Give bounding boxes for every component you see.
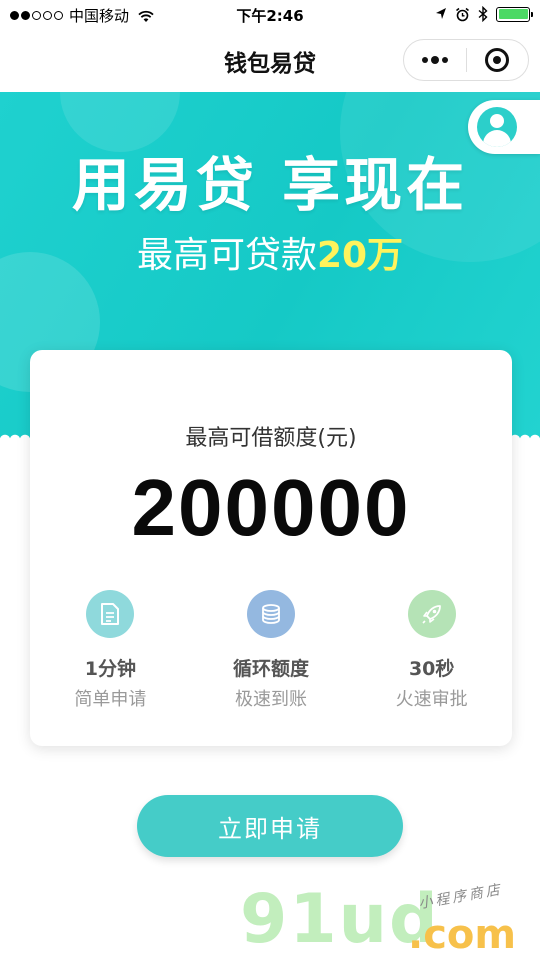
feature-title: 1分钟 bbox=[84, 658, 136, 680]
close-target-icon bbox=[485, 48, 510, 72]
banner-subtitle-highlight: 20万 bbox=[316, 235, 404, 276]
battery-icon bbox=[496, 6, 533, 22]
banner-subtitle-text: 最高可贷款 bbox=[136, 235, 317, 276]
limit-label: 最高可借额度(元) bbox=[185, 426, 357, 451]
more-icon bbox=[421, 56, 448, 64]
coins-icon bbox=[247, 590, 295, 638]
feature-subtitle: 极速到账 bbox=[235, 689, 307, 710]
menu-capsule bbox=[403, 39, 529, 81]
feature-subtitle: 火速审批 bbox=[395, 689, 468, 710]
feature-item: 30秒 火速审批 bbox=[351, 590, 512, 711]
alarm-icon bbox=[456, 7, 469, 21]
status-bar: 中国移动 下午2:46 bbox=[0, 0, 540, 30]
status-right bbox=[435, 6, 533, 22]
feature-title: 循环额度 bbox=[233, 658, 310, 680]
limit-amount: 200000 bbox=[131, 463, 411, 552]
banner-title: 用易贷 享现在 bbox=[71, 151, 469, 219]
bluetooth-icon bbox=[478, 6, 488, 22]
feature-subtitle: 简单申请 bbox=[74, 689, 147, 710]
banner-subtitle: 最高可贷款20万 bbox=[0, 226, 540, 278]
watermark-logo: 91ud .com 小程序商店 bbox=[240, 880, 540, 960]
rocket-icon bbox=[407, 590, 456, 638]
feature-title: 30秒 bbox=[408, 658, 455, 680]
user-center-button[interactable] bbox=[468, 100, 540, 154]
apply-now-button[interactable]: 立即申请 bbox=[137, 795, 403, 857]
credit-limit-card: 最高可借额度(元) 200000 1分钟 简单申请 循环额度 极速到账 30秒 … bbox=[30, 350, 512, 746]
nav-bar: 钱包易贷 bbox=[0, 30, 540, 92]
location-icon bbox=[436, 8, 446, 19]
feature-item: 1分钟 简单申请 bbox=[30, 590, 191, 711]
avatar-icon bbox=[477, 107, 517, 147]
feature-item: 循环额度 极速到账 bbox=[191, 590, 352, 711]
more-button[interactable] bbox=[404, 40, 466, 80]
watermark-domain: .com bbox=[408, 912, 517, 958]
feature-list: 1分钟 简单申请 循环额度 极速到账 30秒 火速审批 bbox=[30, 590, 512, 711]
document-icon bbox=[86, 590, 135, 638]
close-button[interactable] bbox=[467, 40, 529, 80]
